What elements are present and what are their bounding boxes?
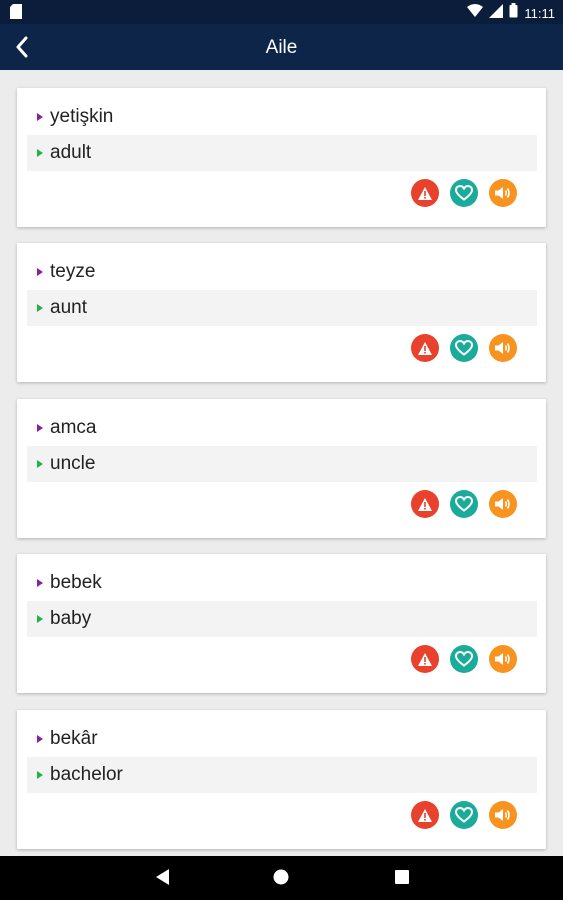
warning-icon[interactable]: [411, 490, 439, 518]
translation-marker-icon: [37, 149, 43, 157]
term-text: amca: [50, 417, 97, 438]
translation-row: adult: [27, 135, 537, 171]
heart-icon[interactable]: [450, 490, 478, 518]
translation-row: uncle: [27, 446, 537, 482]
battery-icon: [509, 3, 518, 23]
heart-icon[interactable]: [450, 801, 478, 829]
translation-row: bachelor: [27, 757, 537, 793]
term-row: teyze: [27, 254, 537, 290]
translation-row: aunt: [27, 290, 537, 326]
warning-icon[interactable]: [411, 801, 439, 829]
warning-icon[interactable]: [411, 645, 439, 673]
translation-text: bachelor: [50, 764, 123, 785]
word-card: bebek baby: [17, 554, 546, 693]
translation-marker-icon: [37, 771, 43, 779]
system-nav-bar: [0, 856, 563, 900]
heart-icon[interactable]: [450, 334, 478, 362]
translation-text: baby: [50, 608, 92, 629]
term-text: teyze: [50, 261, 96, 282]
term-text: bebek: [50, 572, 102, 593]
page-title: Aile: [265, 37, 298, 58]
term-text: yetişkin: [50, 106, 114, 127]
app-bar: Aile: [0, 24, 563, 70]
translation-marker-icon: [37, 615, 43, 623]
back-triangle-icon[interactable]: [155, 868, 171, 891]
speaker-icon[interactable]: [489, 334, 517, 362]
term-text: bekâr: [50, 728, 98, 749]
sim-card-icon: [10, 4, 22, 24]
speaker-icon[interactable]: [489, 645, 517, 673]
term-marker-icon: [37, 735, 43, 743]
term-row: bebek: [27, 565, 537, 601]
translation-text: aunt: [50, 297, 87, 318]
heart-icon[interactable]: [450, 179, 478, 207]
word-list[interactable]: yetişkin adult teyze aunt amca uncle beb…: [0, 70, 563, 856]
heart-icon[interactable]: [450, 645, 478, 673]
term-row: yetişkin: [27, 99, 537, 135]
translation-text: adult: [50, 142, 92, 163]
translation-marker-icon: [37, 304, 43, 312]
word-card: yetişkin adult: [17, 88, 546, 227]
translation-row: baby: [27, 601, 537, 637]
term-marker-icon: [37, 579, 43, 587]
word-card: bekâr bachelor: [17, 710, 546, 849]
speaker-icon[interactable]: [489, 179, 517, 207]
translation-text: uncle: [50, 453, 96, 474]
signal-icon: [489, 3, 504, 23]
word-card: teyze aunt: [17, 243, 546, 382]
warning-icon[interactable]: [411, 334, 439, 362]
home-circle-icon[interactable]: [272, 868, 290, 891]
warning-icon[interactable]: [411, 179, 439, 207]
wifi-icon: [467, 3, 484, 23]
recents-square-icon[interactable]: [394, 868, 410, 891]
term-row: bekâr: [27, 721, 537, 757]
speaker-icon[interactable]: [489, 490, 517, 518]
term-marker-icon: [37, 113, 43, 121]
status-time: 11:11: [524, 5, 555, 21]
term-marker-icon: [37, 268, 43, 276]
term-row: amca: [27, 410, 537, 446]
translation-marker-icon: [37, 460, 43, 468]
speaker-icon[interactable]: [489, 801, 517, 829]
status-bar: 11:11: [0, 0, 563, 24]
term-marker-icon: [37, 424, 43, 432]
word-card: amca uncle: [17, 399, 546, 538]
